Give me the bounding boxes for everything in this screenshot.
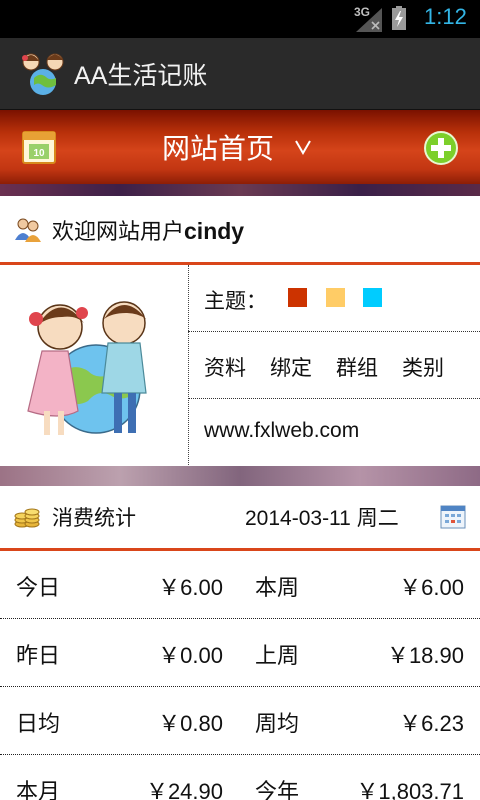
theme-swatch-red[interactable] [288, 288, 307, 307]
profile-links-row: 资料 绑定 群组 类别 [188, 332, 480, 399]
calendar-icon[interactable] [440, 504, 466, 530]
welcome-prefix: 欢迎网站用户 [52, 220, 185, 245]
theme-label: 主题： [204, 289, 267, 313]
add-button-icon[interactable] [423, 130, 459, 166]
stat-value: ￥6.23 [399, 711, 464, 736]
battery-charging-icon [392, 6, 406, 30]
chevron-down-icon[interactable] [294, 132, 312, 162]
stats-title: 消费统计 [52, 506, 136, 530]
calendar-button-icon[interactable]: 10 [22, 130, 56, 164]
stat-label: 本月 [16, 780, 61, 800]
stat-label: 上周 [255, 644, 300, 669]
stat-value: ￥24.90 [145, 779, 223, 800]
decor-band [0, 184, 480, 196]
avatar [27, 301, 147, 435]
welcome-text: 欢迎网站用户cindy [52, 214, 244, 246]
theme-row: 主题： [188, 265, 480, 332]
stat-label: 今年 [255, 780, 300, 800]
stat-label: 周均 [255, 712, 300, 737]
theme-swatch-yellow[interactable] [326, 288, 345, 307]
stat-label: 本周 [255, 576, 300, 601]
page-header: 10 网站首页 [0, 110, 480, 184]
stat-label: 日均 [16, 712, 61, 737]
stat-label: 今日 [16, 576, 61, 601]
coins-icon [14, 508, 40, 528]
theme-swatch-cyan[interactable] [363, 288, 382, 307]
stat-label: 昨日 [16, 644, 61, 669]
app-logo-icon [22, 53, 64, 95]
stats-header: 消费统计 2014-03-11 周二 [0, 486, 480, 548]
users-icon [15, 218, 41, 242]
decor-band [0, 466, 480, 486]
stats-row-month: 本月 ￥24.90 今年 ￥1,803.71 [0, 755, 480, 800]
stats-row-yesterday: 昨日 ￥0.00 上周 ￥18.90 [0, 619, 480, 687]
status-bar: 3G 1:12 [0, 0, 480, 38]
website-link[interactable]: www.fxlweb.com [204, 419, 359, 443]
link-bind[interactable]: 绑定 [270, 352, 312, 382]
stat-value: ￥6.00 [399, 575, 464, 600]
welcome-bar: 欢迎网站用户cindy [0, 196, 480, 262]
svg-text:10: 10 [33, 148, 45, 159]
link-groups[interactable]: 群组 [336, 352, 378, 382]
network-type: 3G [354, 5, 371, 19]
stat-value: ￥6.00 [158, 575, 223, 600]
app-title: AA生活记账 [74, 62, 208, 90]
stat-value: ￥1,803.71 [356, 779, 464, 800]
stats-row-today: 今日 ￥6.00 本周 ￥6.00 [0, 551, 480, 619]
stats-row-average: 日均 ￥0.80 周均 ￥6.23 [0, 687, 480, 755]
website-row: www.fxlweb.com [188, 399, 480, 466]
stat-value: ￥18.90 [386, 643, 464, 668]
stats-date[interactable]: 2014-03-11 周二 [245, 502, 399, 532]
app-bar: AA生活记账 [0, 38, 480, 110]
clock: 1:12 [424, 4, 467, 29]
profile-panel: 主题： 资料 绑定 群组 类别 www.fxlweb.com [0, 265, 480, 465]
username: cindy [184, 218, 245, 244]
stat-value: ￥0.80 [158, 711, 223, 736]
page-title-dropdown[interactable]: 网站首页 [162, 127, 274, 167]
link-profile[interactable]: 资料 [204, 352, 246, 382]
link-categories[interactable]: 类别 [402, 352, 444, 382]
stat-value: ￥0.00 [158, 643, 223, 668]
